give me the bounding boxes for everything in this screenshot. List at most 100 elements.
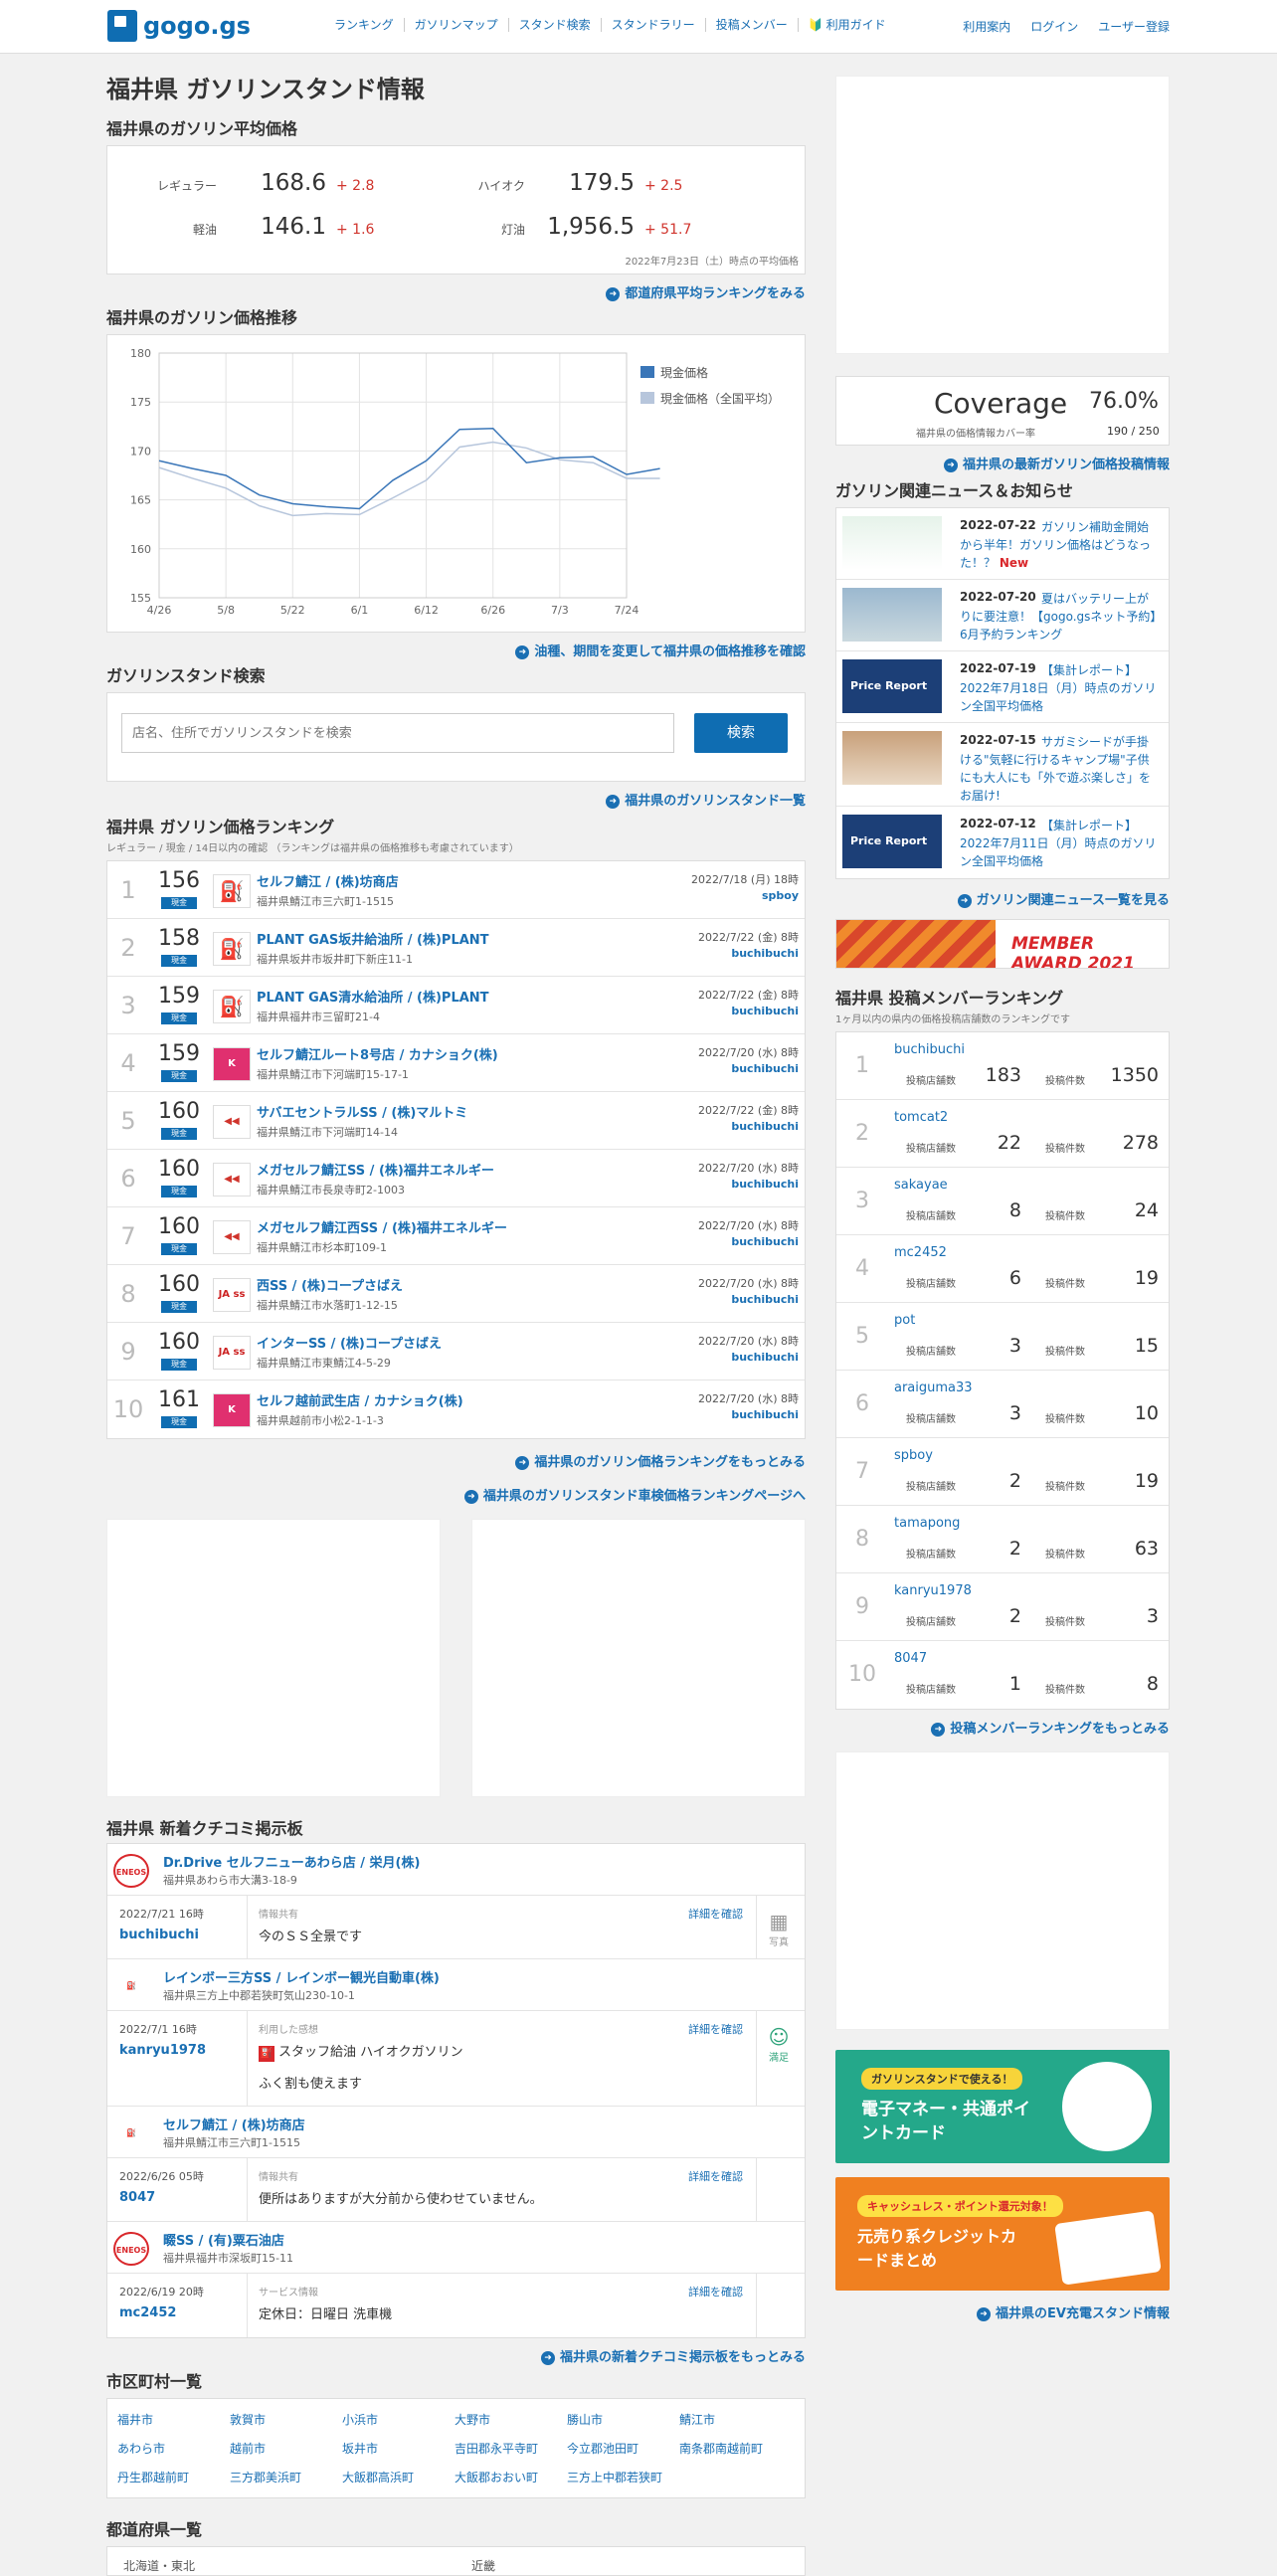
poster-link[interactable]: buchibuchi	[731, 1293, 799, 1306]
news-title[interactable]: 夏はバッテリー上がりに要注意！【gogo.gsネット予約】6月予約ランキング	[960, 590, 1159, 644]
news-item[interactable]: 2022-07-20 夏はバッテリー上がりに要注意！【gogo.gsネット予約】6…	[836, 580, 1169, 651]
nav-help[interactable]: 利用案内	[963, 18, 1010, 35]
bbs-more-link[interactable]: 福井県の新着クチコミ掲示板をもっとみる	[106, 2346, 806, 2366]
news-item[interactable]: 2022-07-22 ガソリン補助金開始から半年！ガソリン価格はどうなった！？ N…	[836, 508, 1169, 580]
member-name-link[interactable]: sakayae	[894, 1178, 948, 1193]
nav-ranking[interactable]: ランキング	[324, 18, 405, 32]
station-name-link[interactable]: PLANT GAS清水給油所 / (株)PLANT	[257, 987, 489, 1006]
member-row[interactable]: 3 sakayae 投稿店舗数 8 投稿件数 24	[836, 1168, 1169, 1235]
member-row[interactable]: 10 8047 投稿店舗数 1 投稿件数 8	[836, 1641, 1169, 1709]
creditcard-banner[interactable]: キャッシュレス・ポイント還元対象！ 元売り系クレジットカードまとめ	[835, 2177, 1170, 2291]
member-name-link[interactable]: pot	[894, 1313, 915, 1328]
latest-posts-link[interactable]: 福井県の最新ガソリン価格投稿情報	[835, 454, 1170, 473]
nav-members[interactable]: 投稿メンバー	[706, 18, 799, 32]
ranking-row[interactable]: 3 159 現金 PLANT GAS清水給油所 / (株)PLANT 福井県福井市三留町…	[107, 977, 805, 1034]
ranking-more-link[interactable]: 福井県のガソリン価格ランキングをもっとみる	[106, 1451, 806, 1471]
poster-link[interactable]: buchibuchi	[731, 947, 799, 960]
city-link[interactable]: 大野市	[455, 2411, 567, 2428]
member-row[interactable]: 2 tomcat2 投稿店舗数 22 投稿件数 278	[836, 1100, 1169, 1168]
bbs-shop-name[interactable]: Dr.Drive セルフニューあわら店 / 栄月(株)	[163, 1852, 420, 1871]
poster-link[interactable]: buchibuchi	[731, 1235, 799, 1248]
city-link[interactable]: 吉田郡永平寺町	[455, 2440, 567, 2457]
ranking-row[interactable]: 10 161 現金 K セルフ越前武生店 / カナショク(株) 福井県越前市小松2-1-1…	[107, 1380, 805, 1438]
city-link[interactable]: 福井市	[117, 2411, 230, 2428]
news-more-link[interactable]: ガソリン関連ニュース一覧を見る	[835, 889, 1170, 909]
bbs-post-user[interactable]: buchibuchi	[119, 1928, 199, 1942]
pref-group-kinki[interactable]: 近畿	[471, 2557, 495, 2574]
ranking-row[interactable]: 1 156 現金 セルフ鯖江 / (株)坊商店福井県鯖江市三六町1-1515 2022/…	[107, 861, 805, 919]
site-logo[interactable]: gogo.gs	[107, 10, 251, 42]
station-search-input[interactable]	[121, 713, 674, 753]
station-name-link[interactable]: PLANT GAS坂井給油所 / (株)PLANT	[257, 929, 489, 948]
city-link[interactable]: 大飯郡おおい町	[455, 2469, 567, 2485]
members-more-link[interactable]: 投稿メンバーランキングをもっとみる	[835, 1718, 1170, 1738]
city-link[interactable]: 越前市	[230, 2440, 342, 2457]
city-link[interactable]: 南条郡南越前町	[679, 2440, 792, 2457]
news-item[interactable]: Price Report 2022-07-12 【集計レポート】2022年7月11日…	[836, 807, 1169, 878]
ranking-row[interactable]: 8 160 現金 JA ss 西SS / (株)コープさばえ 福井県鯖江市水落町1-12-…	[107, 1265, 805, 1323]
city-link[interactable]: 小浜市	[342, 2411, 455, 2428]
member-name-link[interactable]: kanryu1978	[894, 1583, 972, 1598]
station-name-link[interactable]: メガセルフ鯖江SS / (株)福井エネルギー	[257, 1160, 494, 1179]
chart-change-link[interactable]: 油種、期間を変更して福井県の価格推移を確認	[106, 641, 806, 660]
member-row[interactable]: 8 tamapong 投稿店舗数 2 投稿件数 63	[836, 1506, 1169, 1573]
news-title[interactable]: ガソリン補助金開始から半年！ガソリン価格はどうなった！？ New	[960, 518, 1159, 572]
ranking-row[interactable]: 5 160 現金 ◀◀ サバエセントラルSS / (株)マルトミ 福井県鯖江市下河端町14…	[107, 1092, 805, 1150]
news-item[interactable]: Price Report 2022-07-19 【集計レポート】2022年7月18日…	[836, 651, 1169, 723]
ranking-row[interactable]: 9 160 現金 JA ss インターSS / (株)コープさばえ 福井県鯖江市東鯖江4-…	[107, 1323, 805, 1380]
emoney-banner[interactable]: ガソリンスタンドで使える！ 電子マネー・共通ポイントカード	[835, 2050, 1170, 2163]
search-button[interactable]: 検索	[694, 713, 788, 753]
city-link[interactable]: 坂井市	[342, 2440, 455, 2457]
station-name-link[interactable]: メガセルフ鯖江西SS / (株)福井エネルギー	[257, 1217, 507, 1236]
ranking-row[interactable]: 2 158 現金 PLANT GAS坂井給油所 / (株)PLANT 福井県坂井市坂井町…	[107, 919, 805, 977]
station-name-link[interactable]: インターSS / (株)コープさばえ	[257, 1333, 442, 1352]
ev-station-link[interactable]: 福井県のEV充電スタンド情報	[835, 2302, 1170, 2322]
nav-map[interactable]: ガソリンマップ	[405, 18, 509, 32]
avg-ranking-link[interactable]: 都道府県平均ランキングをみる	[106, 282, 806, 302]
bbs-shop-name[interactable]: 畷SS / (有)粟石油店	[163, 2230, 284, 2249]
poster-link[interactable]: buchibuchi	[731, 1178, 799, 1191]
member-row[interactable]: 9 kanryu1978 投稿店舗数 2 投稿件数 3	[836, 1573, 1169, 1641]
bbs-shop-name[interactable]: レインボー三方SS / レインボー観光自動車(株)	[163, 1967, 440, 1986]
member-row[interactable]: 7 spboy 投稿店舗数 2 投稿件数 19	[836, 1438, 1169, 1506]
inspection-ranking-link[interactable]: 福井県のガソリンスタンド車検価格ランキングページへ	[106, 1485, 806, 1505]
city-link[interactable]: 今立郡池田町	[567, 2440, 679, 2457]
news-title[interactable]: 【集計レポート】2022年7月11日（月）時点のガソリン全国平均価格	[960, 817, 1159, 870]
member-row[interactable]: 4 mc2452 投稿店舗数 6 投稿件数 19	[836, 1235, 1169, 1303]
poster-link[interactable]: buchibuchi	[731, 1408, 799, 1421]
nav-search[interactable]: スタンド検索	[509, 18, 602, 32]
bbs-post-user[interactable]: kanryu1978	[119, 2043, 206, 2058]
city-link[interactable]: 勝山市	[567, 2411, 679, 2428]
city-link[interactable]: 三方郡美浜町	[230, 2469, 342, 2485]
member-name-link[interactable]: spboy	[894, 1448, 933, 1463]
news-title[interactable]: サガミシードが手掛ける"気軽に行けるキャンプ場"子供にも大人にも「外で遊ぶ楽しさ…	[960, 733, 1159, 805]
member-award-banner[interactable]: MEMBER AWARD 2021	[835, 919, 1170, 969]
member-name-link[interactable]: tamapong	[894, 1516, 960, 1531]
member-row[interactable]: 6 araiguma33 投稿店舗数 3 投稿件数 10	[836, 1371, 1169, 1438]
poster-link[interactable]: buchibuchi	[731, 1351, 799, 1364]
ranking-row[interactable]: 4 159 現金 K セルフ鯖江ルート8号店 / カナショク(株) 福井県鯖江市下河端町1…	[107, 1034, 805, 1092]
nav-register[interactable]: ユーザー登録	[1098, 18, 1170, 35]
member-row[interactable]: 1 buchibuchi 投稿店舗数 183 投稿件数 1350	[836, 1032, 1169, 1100]
station-name-link[interactable]: セルフ鯖江 / (株)坊商店	[257, 871, 399, 890]
ranking-row[interactable]: 7 160 現金 ◀◀ メガセルフ鯖江西SS / (株)福井エネルギー 福井県鯖江市杉本町…	[107, 1207, 805, 1265]
bbs-detail-link[interactable]: 詳細を確認	[688, 1906, 743, 1922]
poster-link[interactable]: buchibuchi	[731, 1120, 799, 1133]
poster-link[interactable]: spboy	[762, 889, 799, 902]
station-name-link[interactable]: サバエセントラルSS / (株)マルトミ	[257, 1102, 467, 1121]
member-name-link[interactable]: 8047	[894, 1651, 927, 1666]
member-name-link[interactable]: mc2452	[894, 1245, 947, 1260]
bbs-detail-link[interactable]: 詳細を確認	[688, 2168, 743, 2184]
bbs-detail-link[interactable]: 詳細を確認	[688, 2284, 743, 2300]
city-link[interactable]: あわら市	[117, 2440, 230, 2457]
member-name-link[interactable]: buchibuchi	[894, 1042, 965, 1057]
city-link[interactable]: 三方上中郡若狭町	[567, 2469, 679, 2485]
pref-group-tohoku[interactable]: 北海道・東北	[123, 2557, 195, 2574]
member-name-link[interactable]: araiguma33	[894, 1380, 973, 1395]
poster-link[interactable]: buchibuchi	[731, 1005, 799, 1017]
poster-link[interactable]: buchibuchi	[731, 1062, 799, 1075]
station-name-link[interactable]: セルフ越前武生店 / カナショク(株)	[257, 1390, 463, 1409]
bbs-post-user[interactable]: 8047	[119, 2190, 155, 2205]
station-name-link[interactable]: 西SS / (株)コープさばえ	[257, 1275, 403, 1294]
bbs-shop-name[interactable]: セルフ鯖江 / (株)坊商店	[163, 2115, 305, 2133]
